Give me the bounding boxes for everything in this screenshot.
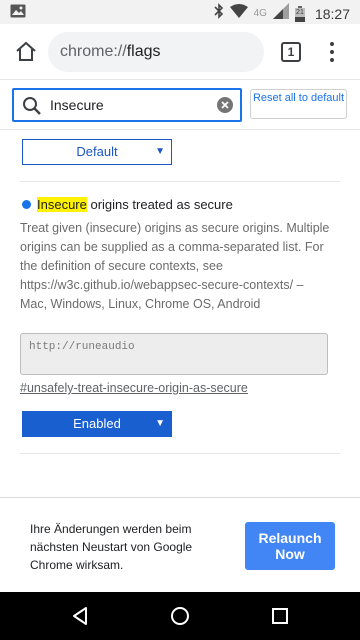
clear-search-icon[interactable] xyxy=(216,96,234,119)
image-icon xyxy=(10,4,26,23)
battery-level: 21 xyxy=(296,8,304,16)
url-bar[interactable]: chrome://flags xyxy=(48,32,264,72)
flags-list: Default ▼ Insecure origins treated as se… xyxy=(0,131,360,497)
browser-toolbar: chrome://flags 1 xyxy=(0,24,360,80)
flag-anchor-link[interactable]: #unsafely-treat-insecure-origin-as-secur… xyxy=(20,381,248,395)
bluetooth-icon xyxy=(214,3,224,24)
previous-flag-select[interactable]: Default ▼ xyxy=(22,139,172,165)
flag-state-select[interactable]: Enabled ▼ xyxy=(22,411,172,437)
recents-icon[interactable] xyxy=(270,606,290,626)
system-nav-bar xyxy=(0,592,360,640)
battery-icon: 21 xyxy=(294,5,305,22)
flags-search-input[interactable]: Insecure xyxy=(12,88,242,122)
relaunch-button[interactable]: Relaunch Now xyxy=(245,522,335,570)
origins-textarea[interactable]: http://runeaudio xyxy=(20,333,328,375)
flag-title-text: origins treated as secure xyxy=(86,197,233,212)
more-menu-button[interactable] xyxy=(324,40,340,64)
status-bar: 4G 21 18:27 xyxy=(0,0,360,24)
back-icon[interactable] xyxy=(70,606,90,626)
network-type: 4G xyxy=(253,8,267,19)
search-value: Insecure xyxy=(50,97,104,113)
flag-title-highlight: Insecure xyxy=(37,197,87,212)
url-scheme: chrome:// xyxy=(60,43,127,60)
home-icon[interactable] xyxy=(170,606,190,626)
flag-enabled-dot xyxy=(22,200,31,209)
flag-title: Insecure origins treated as secure xyxy=(20,197,233,212)
url-path: flags xyxy=(126,43,161,60)
relaunch-message: Ihre Änderungen werden beim nächsten Neu… xyxy=(30,522,193,572)
signal-icon xyxy=(272,3,289,24)
tab-switcher-button[interactable]: 1 xyxy=(281,42,301,62)
dropdown-arrow-icon: ▼ xyxy=(155,146,165,157)
clock: 18:27 xyxy=(314,5,350,22)
wifi-icon xyxy=(229,4,248,23)
search-icon xyxy=(22,96,42,121)
divider xyxy=(20,181,340,182)
home-icon xyxy=(16,41,36,61)
select-value: Enabled xyxy=(73,416,121,431)
reset-all-button[interactable]: Reset all to default xyxy=(250,89,347,119)
divider xyxy=(20,453,340,454)
relaunch-banner: Ihre Änderungen werden beim nächsten Neu… xyxy=(0,497,360,592)
select-value: Default xyxy=(76,144,118,159)
home-button[interactable] xyxy=(12,38,40,66)
dropdown-arrow-icon: ▼ xyxy=(155,418,165,429)
flag-description: Treat given (insecure) origins as secure… xyxy=(20,221,330,311)
